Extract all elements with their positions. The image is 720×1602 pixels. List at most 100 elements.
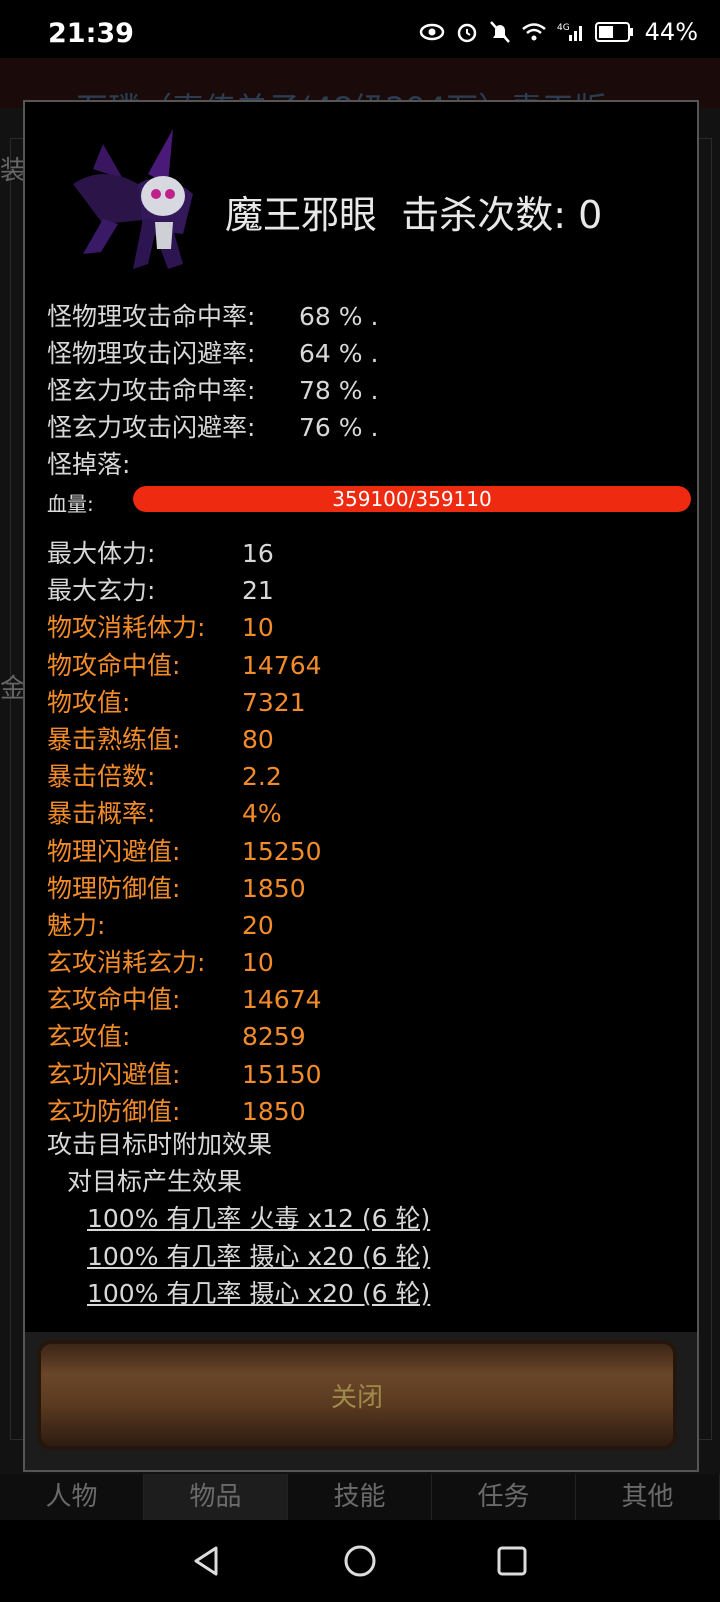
stat-label: 暴击熟练值: xyxy=(47,724,181,754)
stat-value: 15150 xyxy=(242,1059,322,1089)
stat-row: 玄功防御值: 1850 xyxy=(47,1093,322,1130)
drop-label: 怪掉落: xyxy=(47,450,131,479)
monster-portrait xyxy=(43,124,223,284)
rate-row: 怪玄力攻击命中率: 78 % . xyxy=(47,372,378,409)
stat-row: 玄攻值: 8259 xyxy=(47,1018,322,1055)
rate-value: 68 % . xyxy=(299,302,379,331)
rate-label: 怪玄力攻击闪避率: xyxy=(47,413,256,442)
stat-label: 物攻值: xyxy=(47,687,131,717)
hp-label: 血量: xyxy=(47,492,94,516)
stat-value: 1850 xyxy=(242,873,306,903)
rate-value: 64 % . xyxy=(299,339,379,368)
tab-4[interactable]: 其他 xyxy=(576,1474,720,1520)
stat-value: 10 xyxy=(242,613,274,643)
home-icon[interactable] xyxy=(343,1544,377,1582)
system-nav-bar xyxy=(0,1520,720,1602)
stat-value: 10 xyxy=(242,948,274,978)
stat-label: 物理防御值: xyxy=(47,873,181,903)
stat-value: 4% xyxy=(242,799,282,829)
stat-value: 16 xyxy=(242,539,274,568)
rate-list: 怪物理攻击命中率: 68 % . 怪物理攻击闪避率: 64 % . 怪玄力攻击命中率… xyxy=(47,298,378,483)
alarm-icon xyxy=(455,20,479,44)
tab-0[interactable]: 人物 xyxy=(0,1474,144,1520)
stat-value: 7321 xyxy=(242,687,306,717)
effect-item[interactable]: 100% 有几率 摄心 x20 (6 轮) xyxy=(47,1238,430,1275)
status-icons: 4G 44% xyxy=(419,18,698,46)
stat-row: 物攻命中值: 14764 xyxy=(47,647,322,684)
effects-subheading: 对目标产生效果 xyxy=(67,1167,243,1197)
stat-value: 80 xyxy=(242,724,274,754)
attack-effects: 攻击目标时附加效果 对目标产生效果 100% 有几率 火毒 x12 (6 轮) … xyxy=(47,1126,430,1312)
rate-row: 怪物理攻击闪避率: 64 % . xyxy=(47,335,378,372)
effects-heading: 攻击目标时附加效果 xyxy=(47,1130,273,1159)
stat-row: 最大体力: 16 xyxy=(47,535,322,572)
stat-row: 物攻消耗体力: 10 xyxy=(47,609,322,646)
stat-label: 魅力: xyxy=(47,910,106,940)
tab-1[interactable]: 物品 xyxy=(144,1474,288,1520)
stat-value: 15250 xyxy=(242,836,322,866)
monster-name: 魔王邪眼 xyxy=(225,193,378,237)
stat-value: 20 xyxy=(242,910,274,940)
monster-title: 魔王邪眼 击杀次数: 0 xyxy=(225,184,602,239)
kills-label: 击杀次数: xyxy=(401,193,566,237)
close-button[interactable]: 关闭 xyxy=(37,1340,677,1450)
stat-row: 暴击熟练值: 80 xyxy=(47,721,322,758)
stat-label: 暴击概率: xyxy=(47,799,156,829)
stat-value: 2.2 xyxy=(242,762,282,792)
stat-label: 玄功闪避值: xyxy=(47,1059,181,1089)
stat-label: 玄功防御值: xyxy=(47,1096,181,1126)
stat-value: 8259 xyxy=(242,1022,306,1052)
status-time: 21:39 xyxy=(48,18,134,49)
mute-bell-icon xyxy=(489,20,511,44)
kills-count: 0 xyxy=(578,193,603,237)
rate-label: 怪玄力攻击命中率: xyxy=(47,376,256,405)
hp-row: 血量: 359100/359110 xyxy=(47,486,693,516)
stat-value: 1850 xyxy=(242,1096,306,1126)
effect-link[interactable]: 100% 有几率 摄心 x20 (6 轮) xyxy=(87,1242,430,1271)
rate-value: 76 % . xyxy=(299,413,379,442)
stat-row: 物攻值: 7321 xyxy=(47,684,322,721)
bottom-tab-bar: 人物 物品 技能 任务 其他 xyxy=(0,1474,720,1520)
stat-list: 最大体力: 16 最大玄力: 21 物攻消耗体力: 10 物攻命中值: 14764 物攻值: 73… xyxy=(47,535,322,1130)
stat-row: 最大玄力: 21 xyxy=(47,572,322,609)
effect-link[interactable]: 100% 有几率 火毒 x12 (6 轮) xyxy=(87,1204,430,1233)
tab-3[interactable]: 任务 xyxy=(432,1474,576,1520)
battery-percent: 44% xyxy=(644,18,698,46)
stat-row: 物理防御值: 1850 xyxy=(47,870,322,907)
rate-row: 怪掉落: xyxy=(47,446,378,483)
stat-label: 玄攻消耗玄力: xyxy=(47,948,206,978)
tab-2[interactable]: 技能 xyxy=(288,1474,432,1520)
stat-row: 魅力: 20 xyxy=(47,907,322,944)
stat-row: 玄功闪避值: 15150 xyxy=(47,1056,322,1093)
stat-label: 玄攻命中值: xyxy=(47,985,181,1015)
stat-row: 玄攻命中值: 14674 xyxy=(47,981,322,1018)
recents-icon[interactable] xyxy=(495,1544,529,1582)
stat-value: 14764 xyxy=(242,650,322,680)
stat-value: 21 xyxy=(242,576,274,606)
rate-value: 78 % . xyxy=(299,376,379,405)
stat-row: 物理闪避值: 15250 xyxy=(47,833,322,870)
stat-label: 最大体力: xyxy=(47,539,156,568)
battery-icon xyxy=(594,21,635,43)
monster-info-dialog: 魔王邪眼 击杀次数: 0 怪物理攻击命中率: 68 % . 怪物理攻击闪避率: 64… xyxy=(23,100,699,1472)
stat-value: 14674 xyxy=(242,985,322,1015)
hp-bar: 359100/359110 xyxy=(133,486,691,512)
rate-label: 怪物理攻击命中率: xyxy=(47,302,256,331)
back-icon[interactable] xyxy=(190,1544,224,1582)
eye-icon xyxy=(419,22,445,42)
signal-icon: 4G xyxy=(557,21,585,43)
rate-label: 怪物理攻击闪避率: xyxy=(47,339,256,368)
stat-label: 暴击倍数: xyxy=(47,762,156,792)
svg-text:4G: 4G xyxy=(557,23,570,33)
stat-row: 玄攻消耗玄力: 10 xyxy=(47,944,322,981)
stat-label: 玄攻值: xyxy=(47,1022,131,1052)
effect-item[interactable]: 100% 有几率 火毒 x12 (6 轮) xyxy=(47,1200,430,1237)
close-button-area: 关闭 xyxy=(25,1332,697,1470)
rate-row: 怪物理攻击命中率: 68 % . xyxy=(47,298,378,335)
stat-label: 物理闪避值: xyxy=(47,836,181,866)
hp-text: 359100/359110 xyxy=(332,487,492,511)
effect-link[interactable]: 100% 有几率 摄心 x20 (6 轮) xyxy=(87,1279,430,1308)
stat-label: 最大玄力: xyxy=(47,576,156,606)
stat-row: 暴击概率: 4% xyxy=(47,795,322,832)
effect-item[interactable]: 100% 有几率 摄心 x20 (6 轮) xyxy=(47,1275,430,1312)
